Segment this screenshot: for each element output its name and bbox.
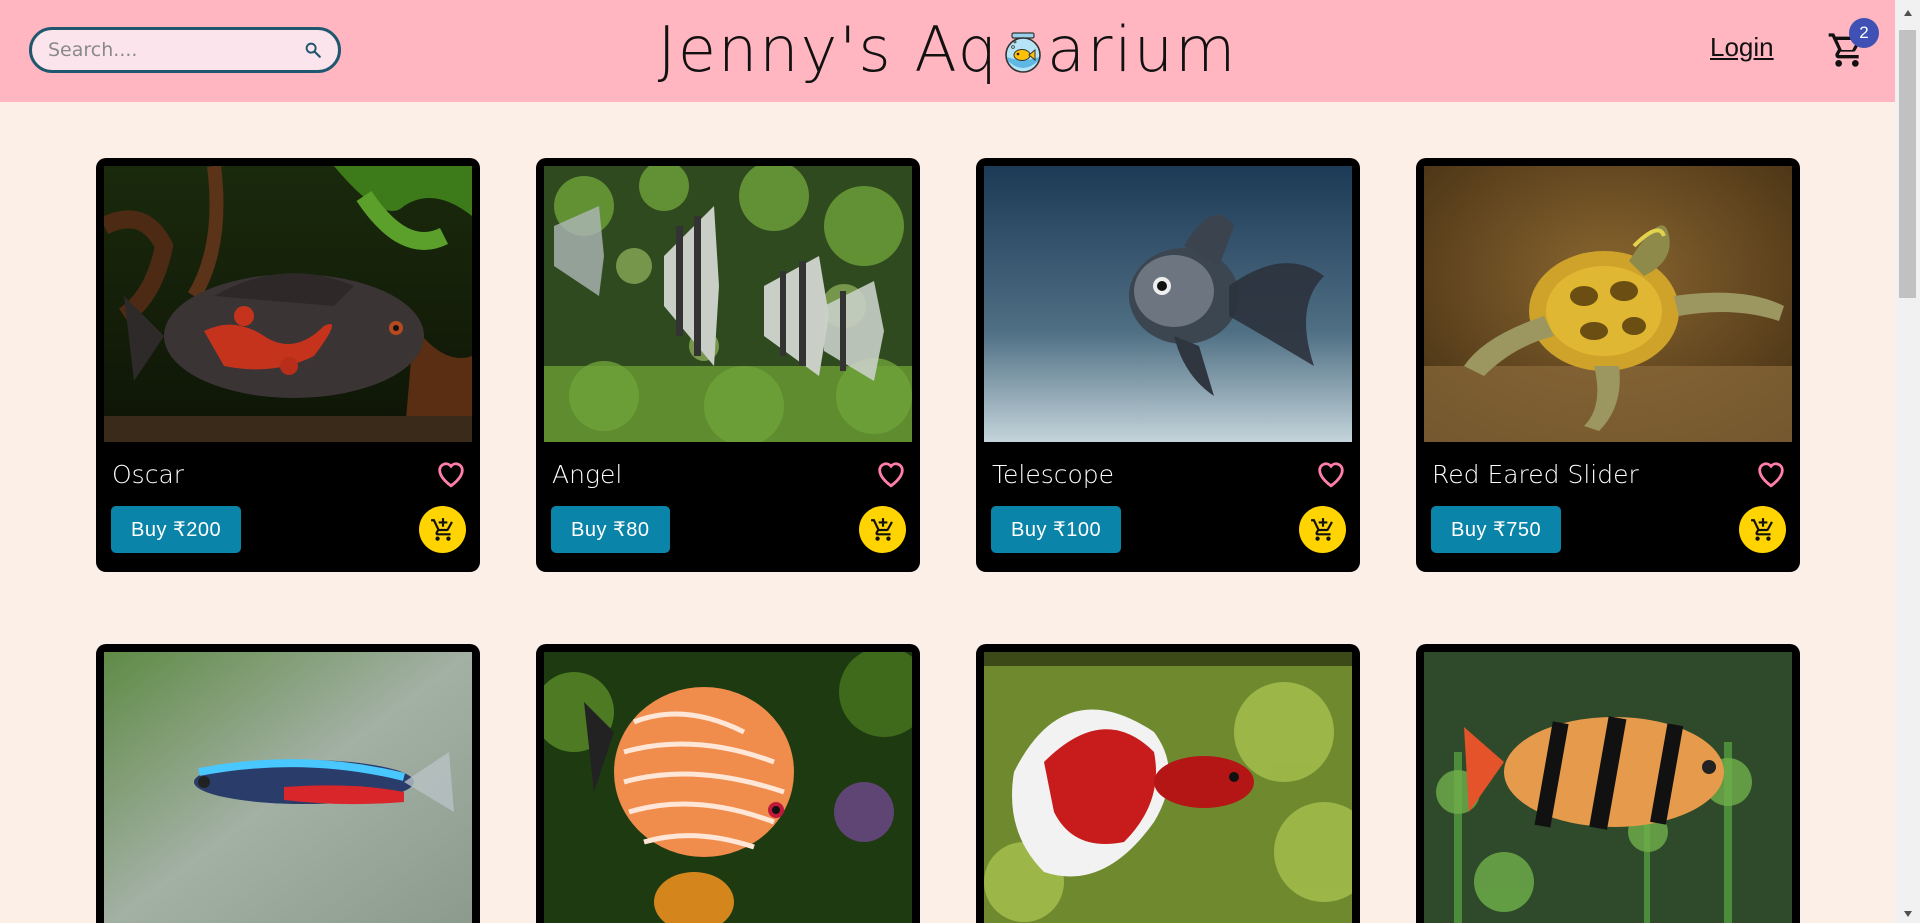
site-header: Jenny's Aq arium Login 2 — [0, 0, 1895, 102]
product-image[interactable] — [1424, 652, 1792, 923]
search-box[interactable] — [29, 27, 341, 73]
add-shopping-cart-icon[interactable] — [1299, 506, 1346, 553]
product-name: Oscar — [112, 460, 185, 489]
product-card: Telescope Buy ₹100 — [976, 158, 1360, 572]
product-card — [976, 644, 1360, 923]
product-image[interactable] — [544, 166, 912, 442]
product-image[interactable] — [1424, 166, 1792, 442]
product-card: Red Eared Slider Buy ₹750 — [1416, 158, 1800, 572]
brand-text-left: Jenny's Aq — [657, 13, 1000, 86]
product-card: Angel Buy ₹80 — [536, 158, 920, 572]
product-image[interactable] — [984, 166, 1352, 442]
product-image[interactable] — [984, 652, 1352, 923]
add-shopping-cart-icon[interactable] — [419, 506, 466, 553]
brand-text-right: arium — [1047, 13, 1238, 86]
product-image[interactable] — [104, 166, 472, 442]
scrollbar-thumb[interactable] — [1899, 30, 1916, 298]
product-card — [96, 644, 480, 923]
search-input[interactable] — [48, 39, 302, 61]
buy-button[interactable]: Buy ₹200 — [111, 506, 242, 553]
product-image[interactable] — [104, 652, 472, 923]
buy-button[interactable]: Buy ₹750 — [1431, 506, 1562, 553]
product-card — [536, 644, 920, 923]
heart-outline-icon[interactable] — [1314, 456, 1348, 490]
buy-button[interactable]: Buy ₹80 — [551, 506, 670, 553]
login-link[interactable]: Login — [1710, 32, 1774, 63]
scroll-up-arrow-icon[interactable] — [1895, 4, 1920, 22]
search-icon[interactable] — [302, 39, 324, 61]
cart-count-badge: 2 — [1849, 18, 1879, 48]
buy-button[interactable]: Buy ₹100 — [991, 506, 1122, 553]
product-card — [1416, 644, 1800, 923]
product-image[interactable] — [544, 652, 912, 923]
heart-outline-icon[interactable] — [434, 456, 468, 490]
scroll-down-arrow-icon[interactable] — [1895, 905, 1920, 923]
product-card: Oscar Buy ₹200 — [96, 158, 480, 572]
add-shopping-cart-icon[interactable] — [1739, 506, 1786, 553]
heart-outline-icon[interactable] — [1754, 456, 1788, 490]
add-shopping-cart-icon[interactable] — [859, 506, 906, 553]
product-name: Angel — [552, 460, 623, 489]
heart-outline-icon[interactable] — [874, 456, 908, 490]
product-name: Telescope — [992, 460, 1115, 489]
fishbowl-icon — [1000, 18, 1046, 73]
product-name: Red Eared Slider — [1432, 460, 1639, 489]
